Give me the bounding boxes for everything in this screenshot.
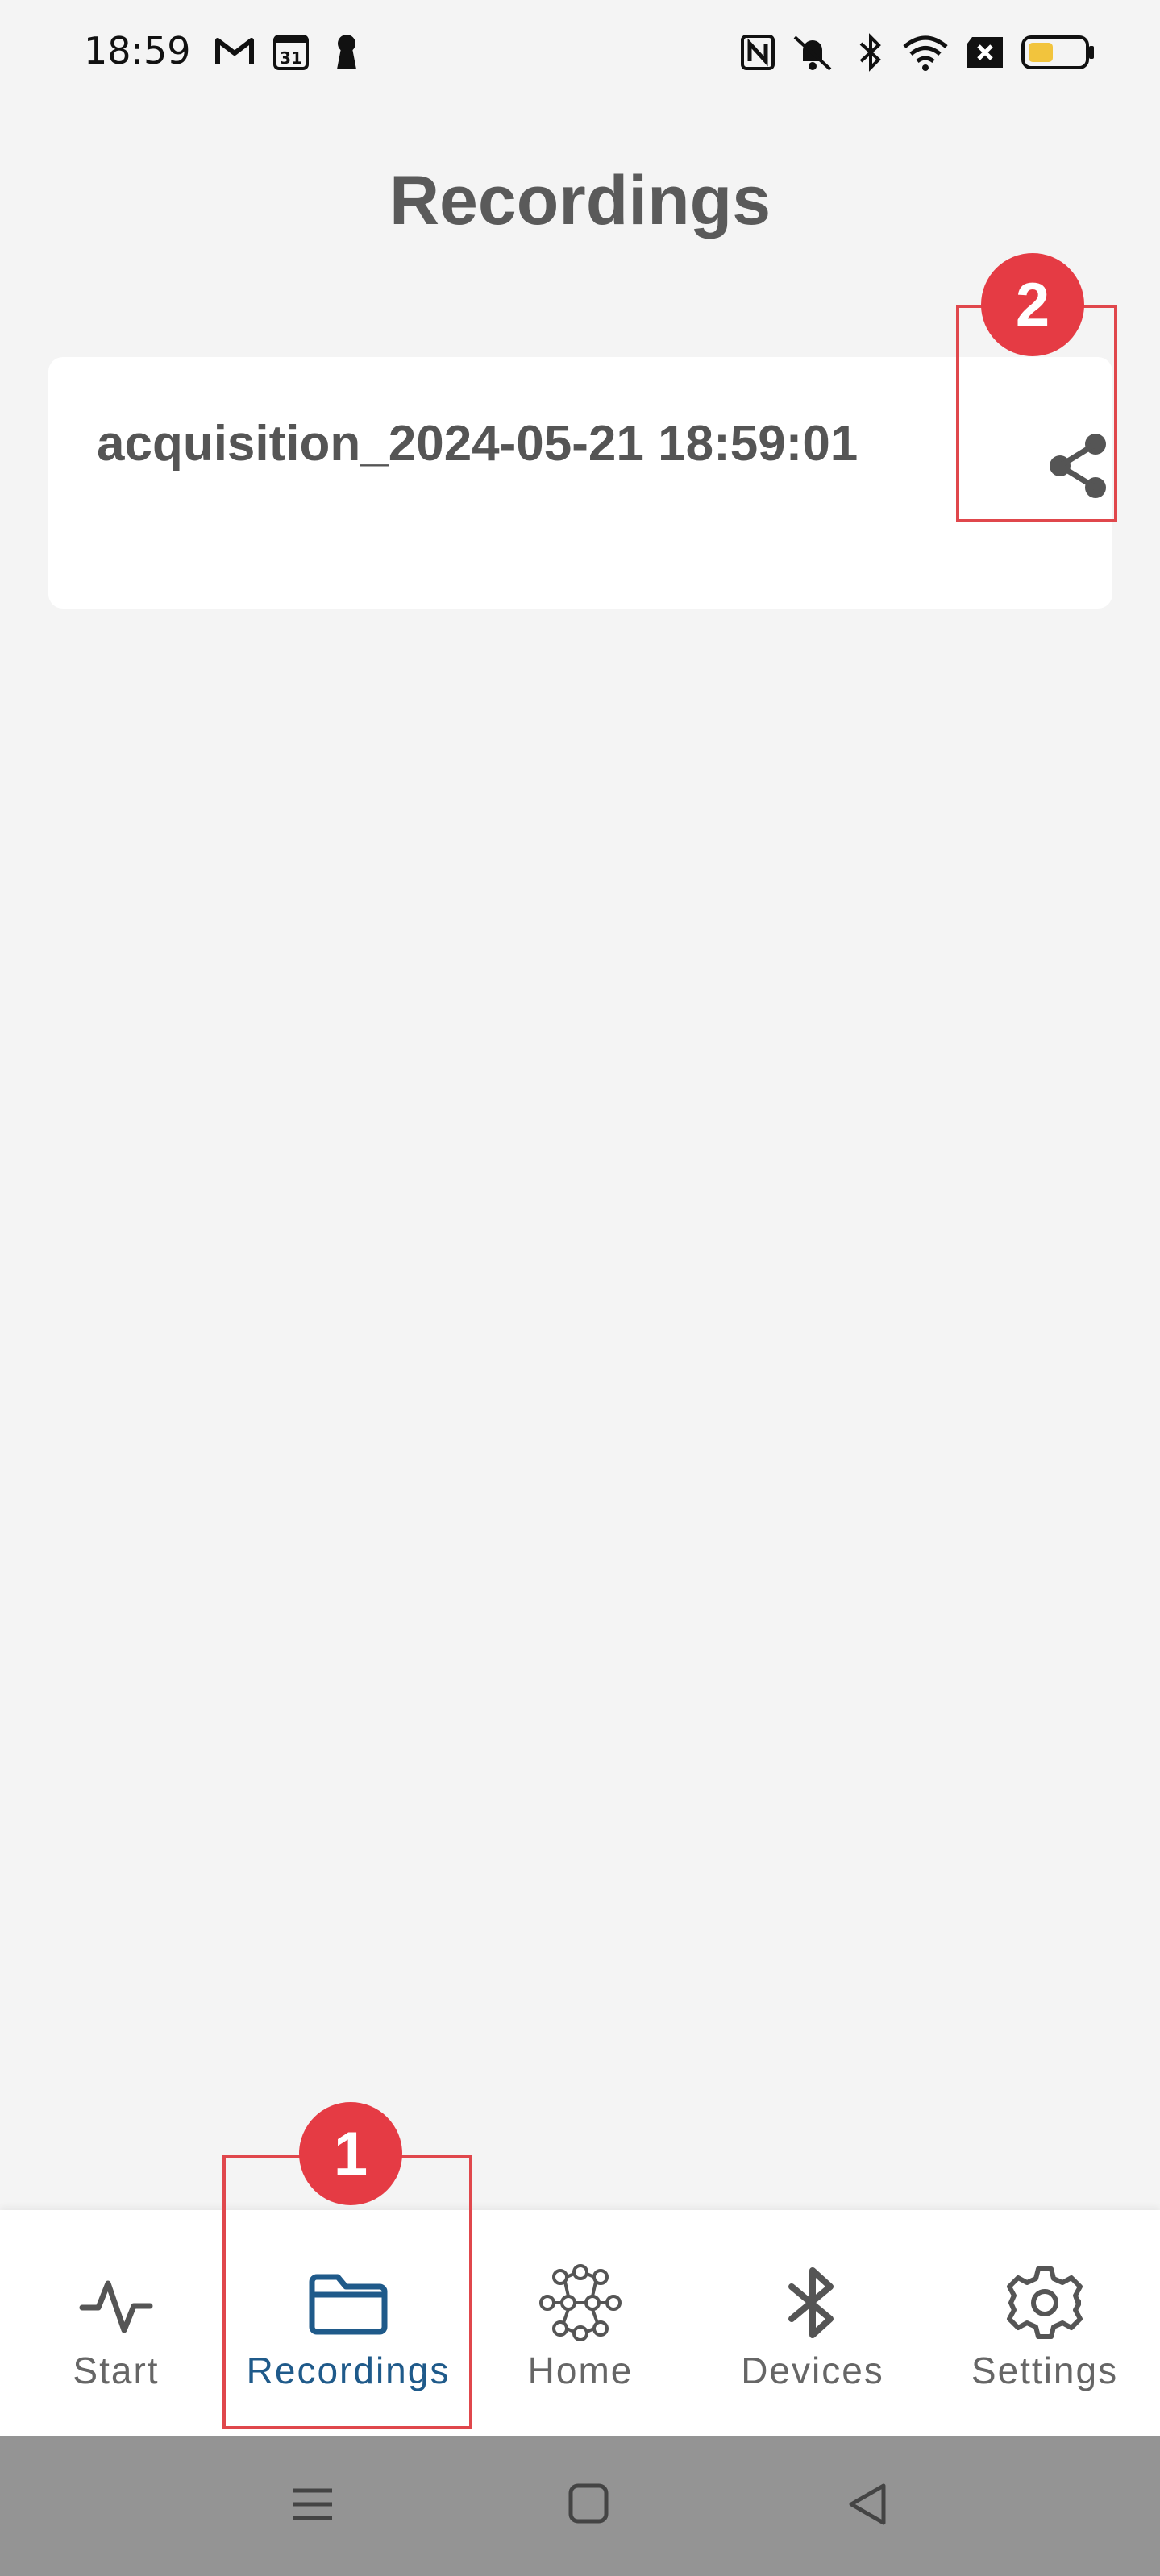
wifi-icon	[903, 35, 948, 71]
gear-icon	[1007, 2266, 1083, 2339]
keyhole-icon	[337, 35, 356, 69]
bottom-tab-bar: Start Recordings Home Devices Settings	[0, 2210, 1160, 2436]
calendar-icon: 31	[273, 35, 309, 70]
recording-card[interactable]: acquisition_2024-05-21 18:59:01 biosigna…	[48, 357, 1112, 609]
bluetooth-icon	[788, 2267, 834, 2338]
pulse-icon	[79, 2280, 153, 2333]
status-bar: 18:59 31	[0, 0, 1160, 105]
page-title: Recordings	[389, 162, 771, 239]
tab-start[interactable]: Start	[0, 2210, 232, 2436]
network-icon	[539, 2264, 622, 2341]
calendar-day: 31	[280, 48, 302, 68]
recents-button[interactable]	[289, 2476, 337, 2537]
recording-name: acquisition_2024-05-21 18:59:01	[97, 416, 859, 472]
tab-label: Devices	[741, 2350, 884, 2391]
home-square-icon	[568, 2483, 609, 2524]
system-nav-bar	[0, 2436, 1160, 2576]
tab-label: Start	[73, 2350, 160, 2391]
back-button[interactable]	[843, 2476, 892, 2537]
gmail-icon	[215, 38, 254, 64]
status-time: 18:59	[84, 29, 191, 73]
menu-icon	[293, 2488, 332, 2520]
step-badge-1: 1	[299, 2102, 402, 2205]
tab-settings[interactable]: Settings	[929, 2210, 1160, 2436]
tab-devices[interactable]: Devices	[696, 2210, 929, 2436]
mute-icon	[793, 35, 832, 71]
battery-icon	[1021, 35, 1094, 69]
tab-label: Settings	[971, 2350, 1119, 2391]
bluetooth-icon	[859, 33, 881, 72]
back-triangle-icon	[849, 2483, 886, 2525]
tab-home[interactable]: Home	[464, 2210, 696, 2436]
nfc-icon	[741, 35, 775, 70]
sim-off-icon	[967, 37, 1003, 68]
tab-label: Home	[527, 2350, 634, 2391]
home-button[interactable]	[564, 2476, 613, 2537]
step-badge-2: 2	[981, 253, 1084, 356]
